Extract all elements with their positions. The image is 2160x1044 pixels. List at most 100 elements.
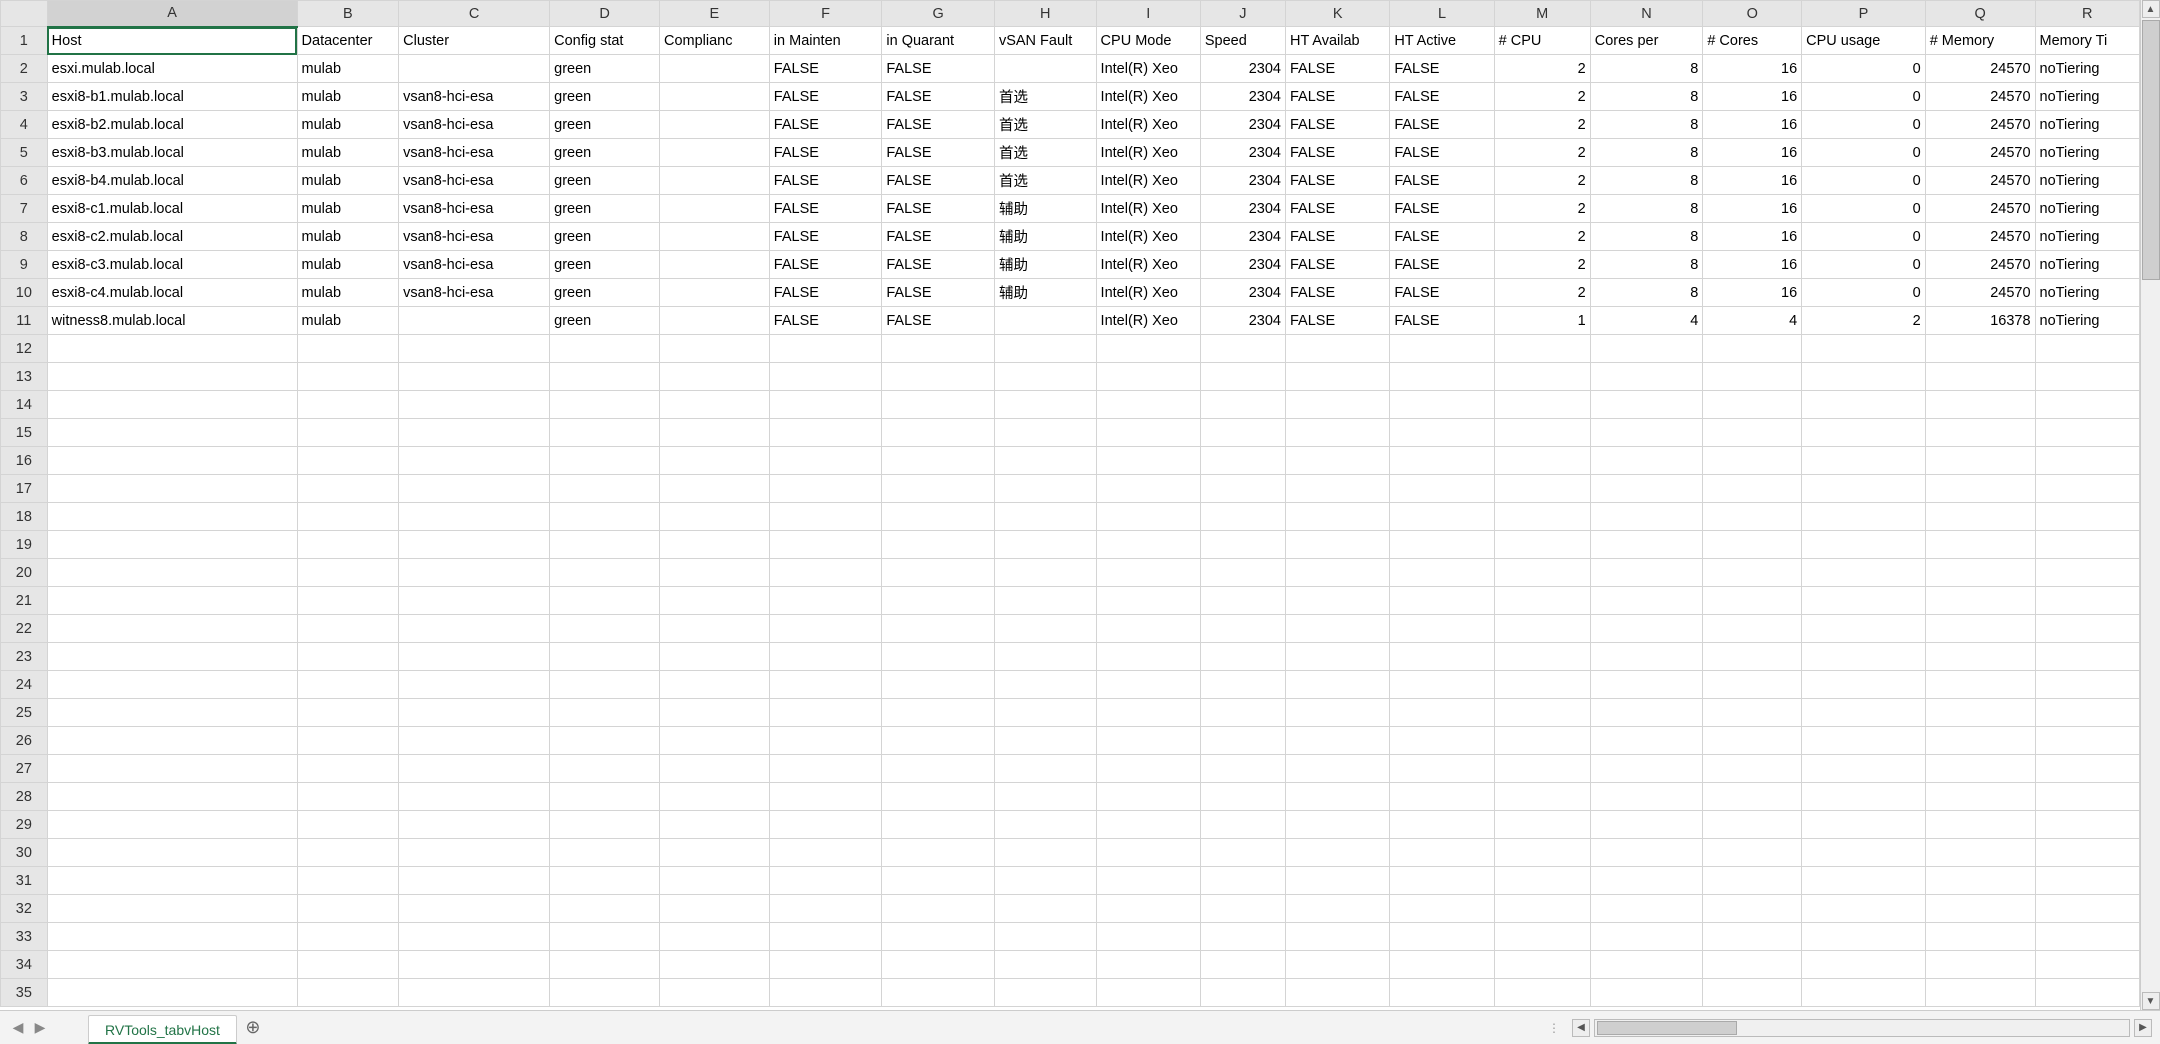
row-header-35[interactable]: 35: [1, 979, 48, 1007]
cell-A31[interactable]: [47, 867, 297, 895]
cell-G1[interactable]: in Quarant: [882, 27, 995, 55]
cell-E35[interactable]: [659, 979, 769, 1007]
cell-C17[interactable]: [399, 475, 550, 503]
cell-R15[interactable]: [2035, 419, 2139, 447]
cell-B28[interactable]: [297, 783, 399, 811]
cell-H7[interactable]: 辅助: [994, 195, 1096, 223]
cell-B30[interactable]: [297, 839, 399, 867]
cell-C2[interactable]: [399, 55, 550, 83]
cell-J3[interactable]: 2304: [1200, 83, 1285, 111]
cell-R3[interactable]: noTiering: [2035, 83, 2139, 111]
cell-A12[interactable]: [47, 335, 297, 363]
cell-C4[interactable]: vsan8-hci-esa: [399, 111, 550, 139]
cell-E12[interactable]: [659, 335, 769, 363]
row-header-28[interactable]: 28: [1, 783, 48, 811]
cell-O12[interactable]: [1703, 335, 1802, 363]
cell-Q19[interactable]: [1925, 531, 2035, 559]
cell-F35[interactable]: [769, 979, 882, 1007]
cell-O27[interactable]: [1703, 755, 1802, 783]
cell-L13[interactable]: [1390, 363, 1494, 391]
cell-G6[interactable]: FALSE: [882, 167, 995, 195]
cell-D5[interactable]: green: [550, 139, 660, 167]
cell-J6[interactable]: 2304: [1200, 167, 1285, 195]
cell-N22[interactable]: [1590, 615, 1703, 643]
cell-D13[interactable]: [550, 363, 660, 391]
cell-I32[interactable]: [1096, 895, 1200, 923]
row-header-10[interactable]: 10: [1, 279, 48, 307]
row-header-21[interactable]: 21: [1, 587, 48, 615]
cell-I6[interactable]: Intel(R) Xeo: [1096, 167, 1200, 195]
cell-K13[interactable]: [1285, 363, 1389, 391]
cell-R31[interactable]: [2035, 867, 2139, 895]
column-header-D[interactable]: D: [550, 1, 660, 27]
cell-K15[interactable]: [1285, 419, 1389, 447]
column-header-E[interactable]: E: [659, 1, 769, 27]
row-header-24[interactable]: 24: [1, 671, 48, 699]
cell-N14[interactable]: [1590, 391, 1703, 419]
cell-O29[interactable]: [1703, 811, 1802, 839]
cell-A5[interactable]: esxi8-b3.mulab.local: [47, 139, 297, 167]
cell-H1[interactable]: vSAN Fault: [994, 27, 1096, 55]
cell-K34[interactable]: [1285, 951, 1389, 979]
cell-L20[interactable]: [1390, 559, 1494, 587]
cell-Q28[interactable]: [1925, 783, 2035, 811]
cell-K21[interactable]: [1285, 587, 1389, 615]
cell-H29[interactable]: [994, 811, 1096, 839]
cell-G15[interactable]: [882, 419, 995, 447]
cell-P16[interactable]: [1802, 447, 1926, 475]
cell-H19[interactable]: [994, 531, 1096, 559]
cell-A17[interactable]: [47, 475, 297, 503]
cell-F20[interactable]: [769, 559, 882, 587]
cell-H13[interactable]: [994, 363, 1096, 391]
cell-I33[interactable]: [1096, 923, 1200, 951]
cell-O19[interactable]: [1703, 531, 1802, 559]
cell-A29[interactable]: [47, 811, 297, 839]
cell-N24[interactable]: [1590, 671, 1703, 699]
cell-D28[interactable]: [550, 783, 660, 811]
cell-R25[interactable]: [2035, 699, 2139, 727]
cell-J31[interactable]: [1200, 867, 1285, 895]
row-header-4[interactable]: 4: [1, 111, 48, 139]
cell-Q6[interactable]: 24570: [1925, 167, 2035, 195]
cell-C11[interactable]: [399, 307, 550, 335]
cell-K14[interactable]: [1285, 391, 1389, 419]
cell-N4[interactable]: 8: [1590, 111, 1703, 139]
cell-M29[interactable]: [1494, 811, 1590, 839]
cell-E27[interactable]: [659, 755, 769, 783]
cell-M28[interactable]: [1494, 783, 1590, 811]
cell-G31[interactable]: [882, 867, 995, 895]
cell-R33[interactable]: [2035, 923, 2139, 951]
cell-B1[interactable]: Datacenter: [297, 27, 399, 55]
cell-F16[interactable]: [769, 447, 882, 475]
cell-K27[interactable]: [1285, 755, 1389, 783]
cell-L2[interactable]: FALSE: [1390, 55, 1494, 83]
column-header-H[interactable]: H: [994, 1, 1096, 27]
cell-D26[interactable]: [550, 727, 660, 755]
cell-K20[interactable]: [1285, 559, 1389, 587]
cell-C28[interactable]: [399, 783, 550, 811]
cell-H14[interactable]: [994, 391, 1096, 419]
cell-O30[interactable]: [1703, 839, 1802, 867]
cell-R4[interactable]: noTiering: [2035, 111, 2139, 139]
cell-N5[interactable]: 8: [1590, 139, 1703, 167]
cell-I19[interactable]: [1096, 531, 1200, 559]
row-header-33[interactable]: 33: [1, 923, 48, 951]
cell-G23[interactable]: [882, 643, 995, 671]
cell-N35[interactable]: [1590, 979, 1703, 1007]
cell-I4[interactable]: Intel(R) Xeo: [1096, 111, 1200, 139]
cell-I5[interactable]: Intel(R) Xeo: [1096, 139, 1200, 167]
cell-C20[interactable]: [399, 559, 550, 587]
cell-H20[interactable]: [994, 559, 1096, 587]
cell-E28[interactable]: [659, 783, 769, 811]
cell-H15[interactable]: [994, 419, 1096, 447]
cell-R7[interactable]: noTiering: [2035, 195, 2139, 223]
cell-A4[interactable]: esxi8-b2.mulab.local: [47, 111, 297, 139]
column-header-A[interactable]: A: [47, 1, 297, 27]
cell-J2[interactable]: 2304: [1200, 55, 1285, 83]
cell-H8[interactable]: 辅助: [994, 223, 1096, 251]
cell-Q16[interactable]: [1925, 447, 2035, 475]
cell-C24[interactable]: [399, 671, 550, 699]
cell-C32[interactable]: [399, 895, 550, 923]
row-header-32[interactable]: 32: [1, 895, 48, 923]
cell-O34[interactable]: [1703, 951, 1802, 979]
